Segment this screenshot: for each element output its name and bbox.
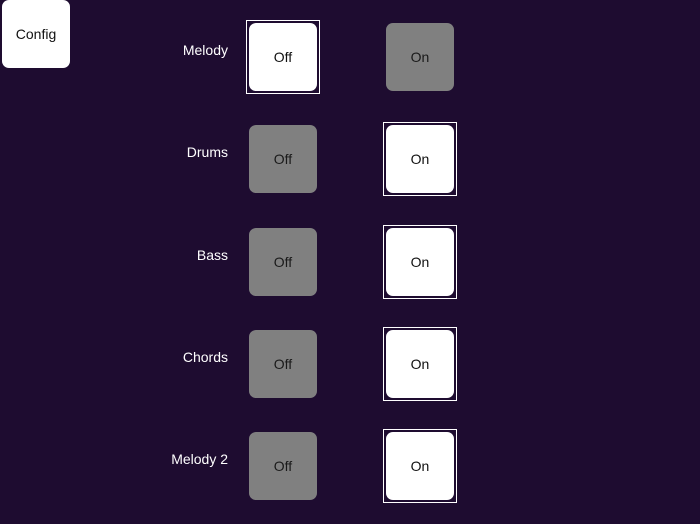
on-selection-frame: On xyxy=(383,122,457,196)
on-selection-frame: On xyxy=(383,225,457,299)
track-row-chords: Chords Off On xyxy=(0,327,700,407)
off-selection-frame: Off xyxy=(246,20,320,94)
off-selection-frame: Off xyxy=(246,122,320,196)
on-selection-frame: On xyxy=(383,327,457,401)
drums-on-button[interactable]: On xyxy=(386,125,454,193)
bass-on-button[interactable]: On xyxy=(386,228,454,296)
melody-off-button[interactable]: Off xyxy=(249,23,317,91)
off-selection-frame: Off xyxy=(246,429,320,503)
track-label-drums: Drums xyxy=(186,144,228,160)
bass-off-button[interactable]: Off xyxy=(249,228,317,296)
track-label-melody: Melody xyxy=(182,42,228,58)
chords-on-button[interactable]: On xyxy=(386,330,454,398)
off-selection-frame: Off xyxy=(246,225,320,299)
melody-on-button[interactable]: On xyxy=(386,23,454,91)
track-label-melody-2: Melody 2 xyxy=(171,451,228,467)
off-selection-frame: Off xyxy=(246,327,320,401)
melody-2-on-button[interactable]: On xyxy=(386,432,454,500)
track-row-bass: Bass Off On xyxy=(0,225,700,305)
track-row-melody-2: Melody 2 Off On xyxy=(0,429,700,509)
on-selection-frame: On xyxy=(383,20,457,94)
track-label-chords: Chords xyxy=(182,349,228,365)
melody-2-off-button[interactable]: Off xyxy=(249,432,317,500)
track-row-drums: Drums Off On xyxy=(0,122,700,202)
track-row-melody: Melody Off On xyxy=(0,20,700,100)
chords-off-button[interactable]: Off xyxy=(249,330,317,398)
on-selection-frame: On xyxy=(383,429,457,503)
track-label-bass: Bass xyxy=(196,247,228,263)
drums-off-button[interactable]: Off xyxy=(249,125,317,193)
